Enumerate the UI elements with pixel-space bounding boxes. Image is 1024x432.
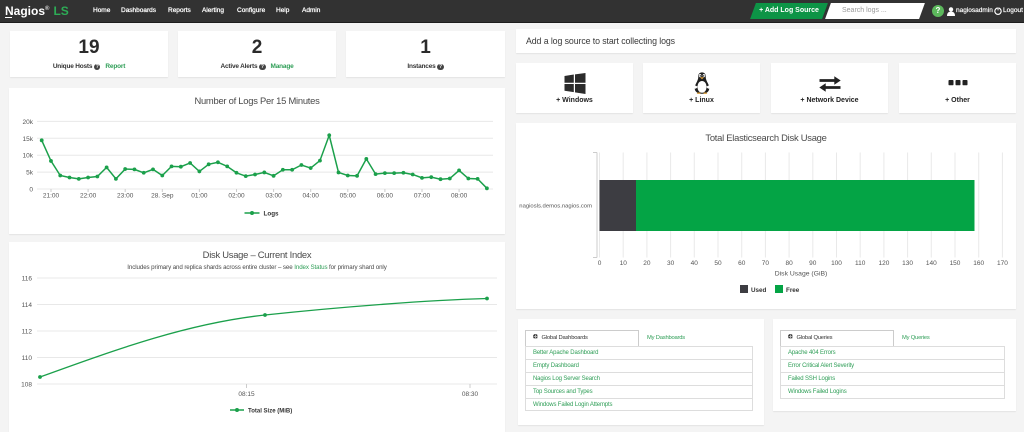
- svg-text:08:00: 08:00: [451, 193, 468, 200]
- svg-text:06:00: 06:00: [377, 193, 394, 200]
- svg-text:90: 90: [809, 260, 817, 267]
- svg-text:40: 40: [691, 260, 699, 267]
- svg-text:08:30: 08:30: [462, 391, 479, 398]
- svg-text:80: 80: [785, 260, 793, 267]
- svg-text:60: 60: [738, 260, 746, 267]
- svg-text:Used: Used: [751, 287, 767, 294]
- svg-text:108: 108: [21, 382, 32, 389]
- svg-text:120: 120: [878, 260, 889, 267]
- svg-text:Disk Usage (GiB): Disk Usage (GiB): [775, 271, 828, 278]
- svg-text:07:00: 07:00: [414, 193, 431, 200]
- svg-text:0: 0: [29, 187, 33, 194]
- svg-text:110: 110: [22, 355, 33, 362]
- svg-text:112: 112: [22, 329, 33, 336]
- svg-text:04:00: 04:00: [303, 193, 320, 200]
- svg-text:150: 150: [950, 260, 961, 267]
- svg-text:03:00: 03:00: [265, 193, 282, 200]
- svg-text:02:00: 02:00: [228, 193, 245, 200]
- svg-text:110: 110: [855, 260, 866, 267]
- svg-text:140: 140: [926, 260, 937, 267]
- svg-text:28. Sep: 28. Sep: [151, 193, 174, 200]
- svg-text:100: 100: [831, 260, 842, 267]
- svg-text:130: 130: [902, 260, 913, 267]
- svg-text:22:00: 22:00: [80, 193, 97, 200]
- svg-text:21:00: 21:00: [43, 193, 60, 200]
- svg-text:10: 10: [620, 260, 628, 267]
- svg-text:114: 114: [22, 302, 33, 309]
- svg-text:Total Size (MiB): Total Size (MiB): [248, 408, 292, 414]
- svg-text:15k: 15k: [23, 136, 34, 143]
- svg-text:23:00: 23:00: [117, 193, 134, 200]
- svg-text:160: 160: [973, 260, 984, 267]
- svg-text:116: 116: [22, 276, 33, 283]
- svg-text:20k: 20k: [23, 119, 34, 126]
- svg-text:170: 170: [997, 260, 1008, 267]
- svg-text:50: 50: [714, 260, 722, 267]
- svg-text:05:00: 05:00: [340, 193, 357, 200]
- svg-text:30: 30: [667, 260, 675, 267]
- svg-text:Logs: Logs: [264, 211, 280, 218]
- svg-text:01:00: 01:00: [191, 193, 208, 200]
- svg-text:20: 20: [643, 260, 651, 267]
- svg-text:08:15: 08:15: [238, 391, 255, 398]
- svg-text:Free: Free: [786, 287, 800, 294]
- svg-text:nagiosls.demos.nagios.com: nagiosls.demos.nagios.com: [519, 204, 592, 210]
- svg-text:0: 0: [598, 260, 602, 267]
- svg-text:70: 70: [762, 260, 770, 267]
- svg-text:10k: 10k: [23, 153, 34, 160]
- svg-text:5k: 5k: [26, 170, 34, 177]
